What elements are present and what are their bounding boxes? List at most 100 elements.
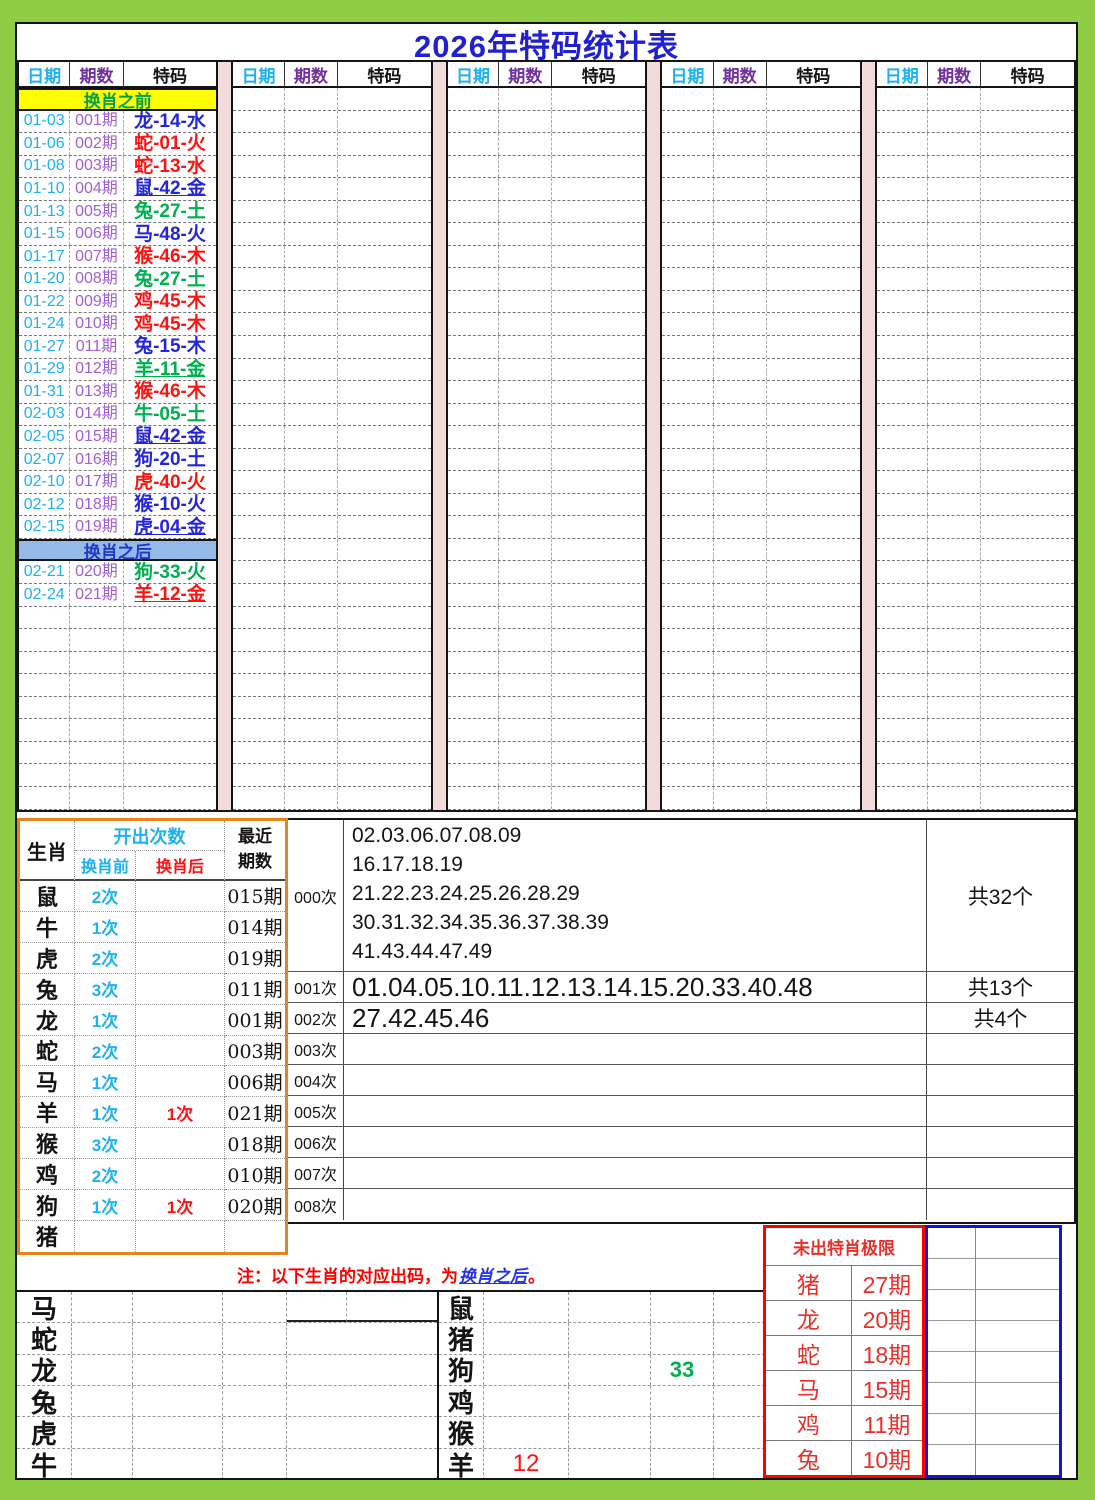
empty-date-cell xyxy=(662,156,713,178)
stats-before-count-cell: 1次 xyxy=(75,1190,136,1221)
empty-code-cell xyxy=(552,359,645,381)
empty-code-cell xyxy=(981,313,1074,335)
empty-table-row xyxy=(662,494,859,517)
limit-row: 鸡11期 xyxy=(766,1406,922,1441)
empty-table-row xyxy=(19,607,216,630)
empty-period-cell xyxy=(285,742,338,764)
code-cell: 羊-12-金 xyxy=(124,584,217,606)
empty-code-cell xyxy=(124,787,217,809)
period-cell: 009期 xyxy=(70,291,123,313)
period-table-group-3: 日期期数特码 xyxy=(446,62,647,810)
empty-date-cell xyxy=(448,674,499,696)
empty-period-cell xyxy=(714,88,767,110)
empty-date-cell xyxy=(662,787,713,809)
empty-date-cell xyxy=(877,449,928,471)
bottom-left-empty-cell xyxy=(133,1417,223,1447)
empty-code-cell xyxy=(338,246,431,268)
empty-date-cell xyxy=(662,133,713,155)
empty-date-cell xyxy=(233,652,284,674)
empty-code-cell xyxy=(981,111,1074,133)
column-header-code: 特码 xyxy=(338,62,431,86)
empty-table-row xyxy=(448,787,645,810)
empty-period-cell xyxy=(714,494,767,516)
empty-table-row xyxy=(662,719,859,742)
empty-date-cell xyxy=(877,381,928,403)
table-row: 02-03014期牛-05-土 xyxy=(19,404,216,427)
bottom-middle-zodiac: 鸡 xyxy=(439,1386,484,1416)
empty-grid-cell xyxy=(928,1228,975,1259)
date-cell: 01-24 xyxy=(19,313,70,335)
frequency-total xyxy=(926,1158,1074,1188)
empty-table-row xyxy=(877,111,1074,134)
empty-table-row xyxy=(662,133,859,156)
empty-period-cell xyxy=(285,584,338,606)
empty-grid-cell xyxy=(928,1321,975,1352)
empty-date-cell xyxy=(877,336,928,358)
bottom-middle-empty-cell xyxy=(651,1292,714,1322)
empty-period-cell xyxy=(714,584,767,606)
empty-table-row xyxy=(877,764,1074,787)
empty-table-row xyxy=(877,652,1074,675)
group-separator xyxy=(433,62,446,810)
empty-date-cell xyxy=(448,697,499,719)
empty-date-cell xyxy=(877,516,928,538)
empty-table-row xyxy=(877,359,1074,382)
empty-table-row xyxy=(448,133,645,156)
empty-table-row xyxy=(233,787,430,810)
empty-table-row xyxy=(877,88,1074,111)
column-header-period: 期数 xyxy=(70,62,123,86)
empty-date-cell xyxy=(877,88,928,110)
empty-table-row xyxy=(448,313,645,336)
bottom-left-empty-cell xyxy=(133,1292,223,1322)
empty-table-row xyxy=(448,652,645,675)
empty-code-cell xyxy=(767,787,860,809)
date-cell: 01-13 xyxy=(19,201,70,223)
empty-period-cell xyxy=(928,539,981,561)
empty-table-row xyxy=(448,471,645,494)
empty-period-cell xyxy=(714,426,767,448)
empty-code-cell xyxy=(767,381,860,403)
empty-table-row xyxy=(233,223,430,246)
empty-grid-cell xyxy=(928,1352,975,1383)
empty-table-row xyxy=(233,494,430,517)
empty-period-cell xyxy=(285,223,338,245)
bottom-middle-value-cell: 12 xyxy=(484,1449,569,1480)
empty-period-cell xyxy=(928,246,981,268)
empty-table-row xyxy=(877,404,1074,427)
empty-period-cell xyxy=(499,629,552,651)
empty-code-cell xyxy=(767,561,860,583)
empty-period-cell xyxy=(70,607,123,629)
frequency-row: 008次 xyxy=(288,1189,1074,1220)
empty-table-row xyxy=(662,336,859,359)
empty-table-row xyxy=(877,223,1074,246)
frequency-number-line: 02.03.06.07.08.09 xyxy=(352,821,926,850)
empty-period-cell xyxy=(928,674,981,696)
empty-code-cell xyxy=(338,584,431,606)
column-header-date: 日期 xyxy=(662,62,713,86)
empty-period-cell xyxy=(928,764,981,786)
empty-table-row xyxy=(448,697,645,720)
frequency-row: 000次02.03.06.07.08.0916.17.18.1921.22.23… xyxy=(288,820,1074,972)
bottom-left-empty-cell xyxy=(223,1417,287,1447)
empty-date-cell xyxy=(448,201,499,223)
stats-zodiac-cell: 马 xyxy=(20,1066,75,1097)
bottom-middle-empty-cell xyxy=(484,1417,569,1447)
empty-date-cell xyxy=(233,111,284,133)
empty-table-row xyxy=(662,223,859,246)
date-cell: 02-10 xyxy=(19,471,70,493)
column-header-period: 期数 xyxy=(285,62,338,86)
empty-period-cell xyxy=(285,178,338,200)
page-frame: { "title": "2026年特码统计表", "colors": { "fr… xyxy=(0,0,1095,1500)
banner-after-change: 换肖之后 xyxy=(19,539,216,562)
frequency-total: 共13个 xyxy=(926,972,1074,1002)
frequency-numbers: 27.42.45.46 xyxy=(344,1003,926,1033)
empty-code-cell xyxy=(767,404,860,426)
empty-table-row xyxy=(877,697,1074,720)
limit-zodiac-cell: 马 xyxy=(766,1371,852,1405)
empty-period-cell xyxy=(928,516,981,538)
empty-date-cell xyxy=(662,742,713,764)
empty-date-cell xyxy=(877,156,928,178)
empty-date-cell xyxy=(662,268,713,290)
empty-date-cell xyxy=(662,719,713,741)
empty-date-cell xyxy=(662,201,713,223)
